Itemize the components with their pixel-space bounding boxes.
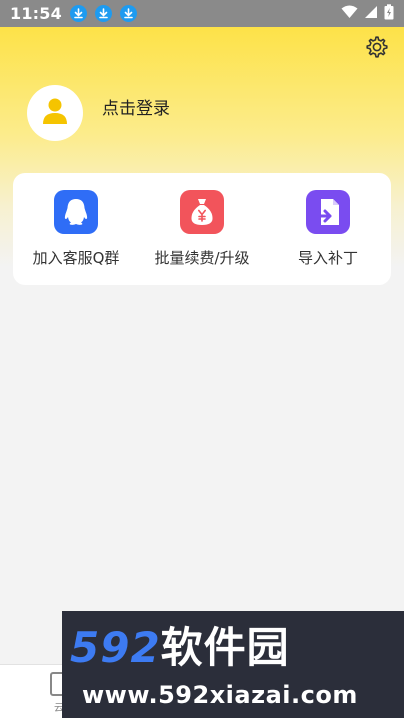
login-link[interactable]: 点击登录: [102, 94, 170, 119]
import-patch-button[interactable]: 导入补丁: [265, 173, 391, 285]
battery-charging-icon: [384, 3, 394, 24]
user-icon: [42, 97, 68, 129]
qq-penguin-icon: [54, 190, 98, 234]
avatar[interactable]: [27, 85, 83, 141]
watermark-url: www.592xiazai.com: [82, 681, 358, 709]
download-icon: [69, 5, 87, 22]
watermark-logo-text: 软件园: [160, 623, 290, 672]
money-bag-icon: [180, 190, 224, 234]
watermark-logo: 592软件园: [70, 625, 290, 671]
action-label: 批量续费/升级: [154, 249, 250, 267]
status-bar: 11:54: [0, 0, 404, 27]
quick-actions-card: 加入客服Q群 批量续费/升级 导入补丁: [13, 173, 391, 285]
download-icon: [119, 5, 137, 22]
action-label: 导入补丁: [297, 249, 358, 267]
gear-icon: [365, 35, 389, 63]
status-time: 11:54: [10, 4, 62, 23]
batch-renew-upgrade-button[interactable]: 批量续费/升级: [139, 173, 265, 285]
watermark-logo-number: 592: [70, 623, 161, 672]
cell-signal-icon: [364, 4, 378, 23]
download-icon: [94, 5, 112, 22]
watermark-banner: 592软件园 www.592xiazai.com: [62, 611, 404, 718]
wifi-icon: [341, 4, 358, 23]
import-document-icon: [306, 190, 350, 234]
settings-button[interactable]: [364, 36, 390, 62]
action-label: 加入客服Q群: [32, 249, 120, 267]
join-service-group-button[interactable]: 加入客服Q群: [13, 173, 139, 285]
